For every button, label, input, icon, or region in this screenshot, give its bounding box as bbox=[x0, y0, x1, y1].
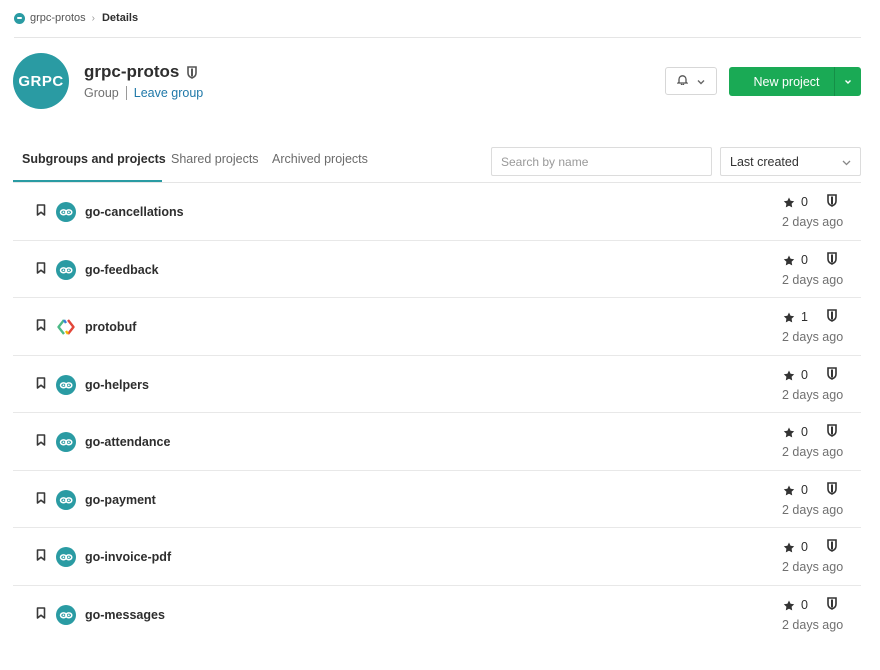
sort-dropdown[interactable]: Last created bbox=[720, 147, 861, 176]
shield-icon bbox=[827, 194, 837, 212]
star-count: 0 bbox=[801, 367, 808, 382]
chevron-right-icon: › bbox=[91, 12, 95, 24]
sort-selected-value: Last created bbox=[730, 154, 799, 169]
star-icon bbox=[783, 540, 795, 558]
meta-separator bbox=[125, 86, 127, 100]
group-avatar: GRPC bbox=[13, 53, 69, 109]
star-count: 0 bbox=[801, 540, 808, 554]
project-name-link[interactable]: go-payment bbox=[85, 493, 156, 507]
list-item[interactable]: go-messages 0 2 days ago bbox=[13, 586, 861, 644]
star-icon bbox=[783, 425, 795, 443]
bookmark-icon[interactable] bbox=[36, 376, 46, 394]
last-updated: 2 days ago bbox=[782, 272, 844, 287]
star-count: 0 bbox=[801, 482, 808, 497]
list-item[interactable]: go-feedback 0 2 days ago bbox=[13, 241, 861, 298]
list-item[interactable]: go-payment 0 2 days ago bbox=[13, 471, 861, 528]
star-count: 0 bbox=[801, 597, 808, 612]
project-name-link[interactable]: go-attendance bbox=[85, 435, 170, 449]
go-gopher-icon bbox=[56, 259, 76, 280]
shield-icon bbox=[827, 424, 837, 442]
leave-group-link[interactable]: Leave group bbox=[134, 86, 204, 100]
bookmark-icon[interactable] bbox=[36, 548, 46, 566]
go-gopher-icon bbox=[56, 547, 76, 567]
bookmark-icon[interactable] bbox=[36, 433, 46, 451]
grpc-logo-icon: GRPC bbox=[18, 73, 63, 90]
shield-icon bbox=[827, 539, 837, 557]
shield-icon bbox=[827, 309, 837, 327]
chevron-down-icon bbox=[845, 79, 851, 84]
group-name: grpc-protos bbox=[84, 62, 180, 81]
project-name-link[interactable]: protobuf bbox=[85, 320, 136, 334]
bookmark-icon[interactable] bbox=[36, 203, 46, 221]
breadcrumb: grpc-protos › Details bbox=[14, 10, 138, 26]
shield-icon bbox=[187, 65, 198, 79]
project-name-link[interactable]: go-invoice-pdf bbox=[85, 550, 171, 564]
group-type-label: Group bbox=[84, 86, 119, 100]
star-count: 0 bbox=[801, 425, 808, 439]
bell-icon bbox=[676, 72, 689, 90]
new-project-label[interactable]: New project bbox=[729, 75, 834, 89]
search-input[interactable] bbox=[491, 147, 712, 176]
list-item[interactable]: protobuf 1 2 days ago bbox=[13, 298, 861, 356]
shield-icon bbox=[827, 366, 837, 385]
tab-archived-projects[interactable]: Archived projects bbox=[272, 152, 368, 166]
last-updated: 2 days ago bbox=[782, 617, 844, 632]
protobuf-logo-icon bbox=[56, 317, 76, 337]
last-updated: 2 days ago bbox=[782, 502, 844, 517]
group-title: grpc-protos bbox=[84, 62, 198, 82]
go-gopher-icon bbox=[56, 604, 76, 625]
star-count: 0 bbox=[801, 252, 808, 267]
group-avatar-small-icon[interactable] bbox=[14, 12, 25, 24]
shield-icon bbox=[827, 481, 837, 500]
divider bbox=[14, 37, 861, 38]
breadcrumb-current[interactable]: Details bbox=[102, 12, 138, 24]
project-name-link[interactable]: go-cancellations bbox=[85, 205, 184, 219]
bookmark-icon[interactable] bbox=[36, 318, 46, 336]
list-item[interactable]: go-invoice-pdf 0 2 days ago bbox=[13, 528, 861, 586]
list-item[interactable]: go-helpers 0 2 days ago bbox=[13, 356, 861, 413]
group-meta: Group Leave group bbox=[84, 86, 203, 100]
star-icon bbox=[783, 483, 795, 501]
last-updated: 2 days ago bbox=[782, 387, 844, 402]
last-updated: 2 days ago bbox=[782, 445, 844, 459]
tab-shared-projects[interactable]: Shared projects bbox=[171, 152, 259, 166]
star-count: 0 bbox=[801, 195, 808, 209]
last-updated: 2 days ago bbox=[782, 560, 844, 574]
go-gopher-icon bbox=[56, 374, 76, 395]
go-gopher-icon bbox=[56, 202, 76, 222]
breadcrumb-group-link[interactable]: grpc-protos bbox=[30, 12, 86, 24]
bookmark-icon[interactable] bbox=[36, 606, 46, 624]
last-updated: 2 days ago bbox=[782, 215, 844, 229]
new-project-button[interactable]: New project bbox=[729, 67, 861, 96]
star-icon bbox=[783, 310, 795, 328]
bookmark-icon[interactable] bbox=[36, 491, 46, 509]
list-item[interactable]: go-cancellations 0 2 days ago bbox=[13, 183, 861, 241]
star-icon bbox=[783, 253, 795, 271]
go-gopher-icon bbox=[56, 489, 76, 510]
bookmark-icon[interactable] bbox=[36, 261, 46, 279]
notification-dropdown-button[interactable] bbox=[665, 67, 717, 95]
list-item[interactable]: go-attendance 0 2 days ago bbox=[13, 413, 861, 471]
project-name-link[interactable]: go-messages bbox=[85, 608, 165, 622]
star-icon bbox=[783, 368, 795, 386]
star-icon bbox=[783, 598, 795, 616]
chevron-down-icon bbox=[842, 155, 851, 169]
chevron-down-icon bbox=[697, 72, 705, 90]
shield-icon bbox=[827, 251, 837, 270]
project-list: go-cancellations 0 2 days ago go-feedbac… bbox=[13, 183, 861, 643]
star-icon bbox=[783, 195, 795, 213]
tab-subgroups-and-projects[interactable]: Subgroups and projects bbox=[22, 152, 166, 166]
shield-icon bbox=[827, 596, 837, 615]
project-name-link[interactable]: go-helpers bbox=[85, 378, 149, 392]
star-count: 1 bbox=[801, 310, 808, 324]
last-updated: 2 days ago bbox=[782, 330, 844, 344]
new-project-dropdown-toggle[interactable] bbox=[835, 79, 861, 85]
svg-text:GRPC: GRPC bbox=[18, 73, 63, 90]
project-name-link[interactable]: go-feedback bbox=[85, 263, 159, 277]
go-gopher-icon bbox=[56, 432, 76, 452]
